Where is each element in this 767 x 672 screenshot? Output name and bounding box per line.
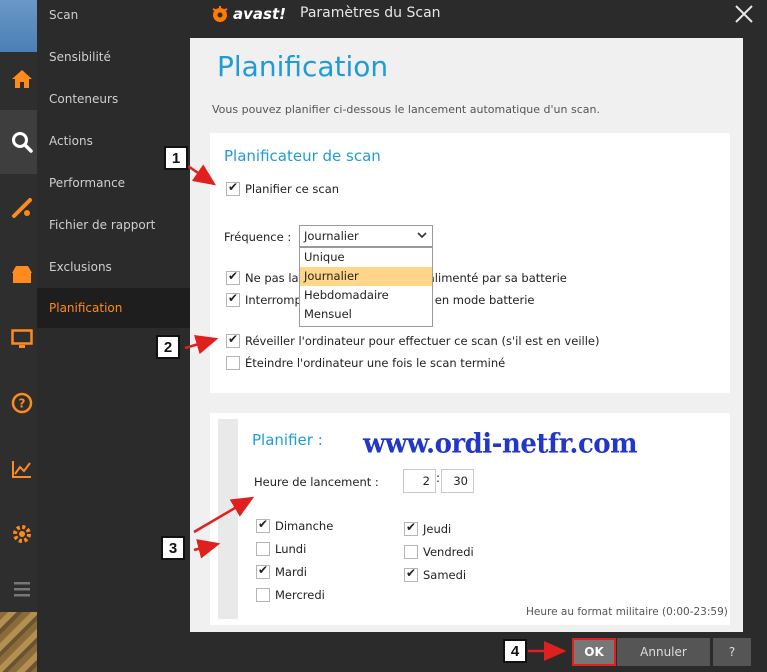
callout-arrow-2 <box>184 334 219 355</box>
callout-2: 2 <box>156 335 180 359</box>
callout-arrow-3a <box>193 496 255 534</box>
callout-3: 3 <box>161 536 185 560</box>
callout-1: 1 <box>164 146 188 170</box>
callout-arrow-3b <box>193 539 221 559</box>
callout-arrow-1 <box>187 164 217 186</box>
callout-arrows <box>184 164 567 661</box>
callout-4: 4 <box>503 639 527 663</box>
